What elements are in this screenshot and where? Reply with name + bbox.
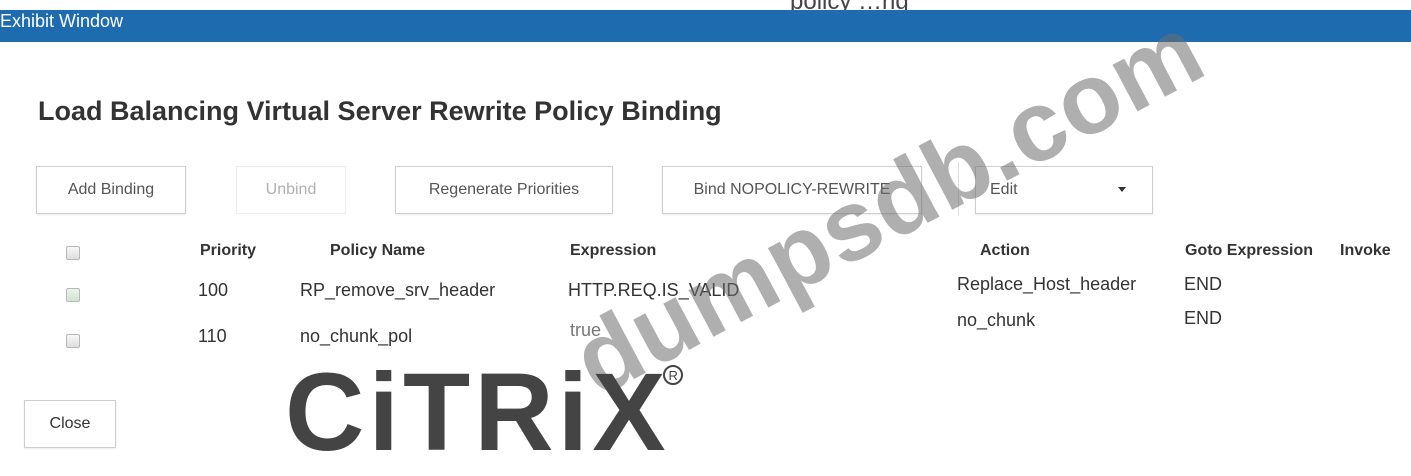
edit-dropdown-label: Edit xyxy=(990,181,1018,198)
column-header-goto-expression[interactable]: Goto Expression xyxy=(1185,242,1313,260)
column-header-policy-name[interactable]: Policy Name xyxy=(330,242,425,260)
column-header-action[interactable]: Action xyxy=(980,242,1030,260)
unbind-button[interactable]: Unbind xyxy=(236,166,346,214)
page-title: Load Balancing Virtual Server Rewrite Po… xyxy=(38,96,722,126)
table-cell-policy-name[interactable]: RP_remove_srv_header xyxy=(300,280,495,301)
column-header-priority[interactable]: Priority xyxy=(200,242,256,260)
table-cell-expression: true xyxy=(570,320,602,340)
table-cell-priority: 110 xyxy=(198,326,227,346)
table-cell-goto: END xyxy=(1184,274,1223,294)
citrix-logo: CiTRiX R xyxy=(285,355,683,465)
window-title: Exhibit Window xyxy=(0,11,124,31)
close-button[interactable]: Close xyxy=(24,400,116,448)
svg-text:R: R xyxy=(669,368,678,383)
top-strip: policy …ng xyxy=(0,0,1411,15)
column-header-expression[interactable]: Expression xyxy=(570,242,656,260)
add-binding-button[interactable]: Add Binding xyxy=(36,166,186,214)
table-cell-action: no_chunk xyxy=(957,310,1036,330)
caret-down-icon xyxy=(1118,187,1126,192)
edit-dropdown[interactable]: Edit xyxy=(975,166,1153,214)
table-cell-goto: END xyxy=(1184,308,1223,328)
select-all-checkbox[interactable] xyxy=(66,246,80,260)
svg-text:CiTRiX: CiTRiX xyxy=(285,355,670,465)
table-cell-expression: HTTP.REQ.IS_VALID xyxy=(568,280,740,300)
table-cell-action: Replace_Host_header xyxy=(957,274,1137,294)
window-titlebar[interactable]: Exhibit Window xyxy=(0,10,1411,42)
column-header-invoke[interactable]: Invoke xyxy=(1340,242,1391,260)
bind-nopolicy-rewrite-button[interactable]: Bind NOPOLICY-REWRITE xyxy=(662,166,922,214)
toolbar-divider xyxy=(958,162,959,216)
row-checkbox[interactable] xyxy=(66,334,80,348)
table-cell-priority: 100 xyxy=(198,280,229,300)
row-checkbox[interactable] xyxy=(66,288,80,302)
table-cell-policy-name[interactable]: no_chunk_pol xyxy=(300,326,412,347)
regenerate-priorities-button[interactable]: Regenerate Priorities xyxy=(395,166,613,214)
